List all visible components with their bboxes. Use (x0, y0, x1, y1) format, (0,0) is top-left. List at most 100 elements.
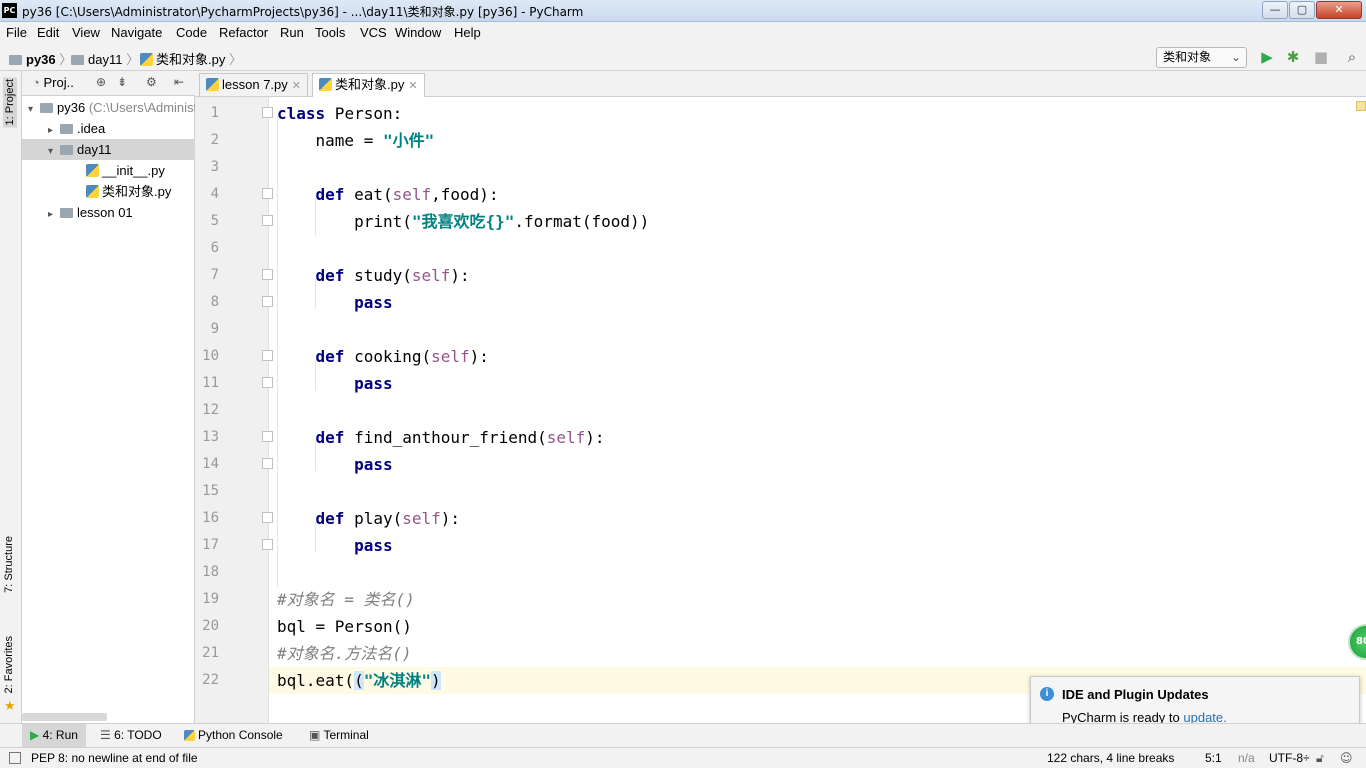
line-number: 9 (210, 321, 219, 337)
line-number: 12 (202, 402, 219, 418)
code-line[interactable]: bql.eat(("冰淇淋") (277, 671, 441, 691)
editor-tab-bar: lesson 7.py ✕ 类和对象.py ✕ (195, 71, 1366, 98)
tab-favorites-tool[interactable]: 2: Favorites (3, 636, 15, 693)
code-line[interactable]: pass (277, 374, 393, 394)
fold-marker-icon[interactable] (262, 269, 273, 280)
code-line[interactable]: print("我喜欢吃{}".format(food)) (277, 212, 649, 232)
maximize-button[interactable]: ▢ (1289, 1, 1315, 19)
file-encoding[interactable]: UTF-8÷ (1269, 751, 1310, 765)
fold-marker-icon[interactable] (262, 107, 273, 118)
chevron-right-icon[interactable]: ▸ (48, 120, 60, 139)
tree-item[interactable]: __init__.py (22, 160, 195, 181)
code-line[interactable]: #对象名 = 类名() (277, 590, 415, 610)
chevron-down-icon[interactable]: ▾ (48, 141, 60, 160)
python-file-icon (206, 78, 219, 91)
tool-terminal[interactable]: ▣ Terminal (301, 724, 377, 747)
breadcrumb-project[interactable]: py36 〉 (9, 49, 72, 68)
fold-marker-icon[interactable] (262, 377, 273, 388)
caret-position[interactable]: 5:1 (1205, 751, 1222, 765)
menu-navigate[interactable]: Navigate (111, 25, 162, 40)
code-line[interactable]: pass (277, 293, 393, 313)
minimize-button[interactable]: — (1262, 1, 1288, 19)
code-analysis-marker[interactable] (1356, 101, 1366, 111)
menu-refactor[interactable]: Refactor (219, 25, 268, 40)
chevron-down-icon[interactable]: ▾ (28, 99, 40, 118)
locate-icon[interactable]: ⊕ (96, 75, 106, 89)
code-line[interactable]: pass (277, 536, 393, 556)
menu-help[interactable]: Help (454, 25, 481, 40)
tree-item[interactable]: ▾ day11 (22, 139, 195, 160)
fold-marker-icon[interactable] (262, 539, 273, 550)
code-line[interactable]: def find_anthour_friend(self): (277, 428, 605, 448)
code-line[interactable]: bql = Person() (277, 617, 412, 637)
tab-class-and-object[interactable]: 类和对象.py ✕ (312, 73, 425, 98)
code-line[interactable]: class Person: (277, 104, 402, 124)
inspector-icon[interactable]: ☺︎ (1340, 751, 1353, 765)
menu-code[interactable]: Code (176, 25, 207, 40)
debug-icon[interactable]: ✱ (1285, 49, 1301, 65)
tool-todo[interactable]: ☰ 6: TODO (92, 724, 170, 747)
tab-project-tool[interactable]: 1: Project (3, 77, 17, 128)
code-line[interactable]: def study(self): (277, 266, 470, 286)
window-title: py36 [C:\Users\Administrator\PycharmProj… (22, 5, 584, 19)
fold-marker-icon[interactable] (262, 296, 273, 307)
breadcrumb-folder[interactable]: day11 〉 (71, 49, 139, 68)
fold-marker-icon[interactable] (262, 215, 273, 226)
tool-run[interactable]: ▶ 4: Run (22, 724, 86, 747)
fold-marker-icon[interactable] (262, 512, 273, 523)
menu-view[interactable]: View (72, 25, 100, 40)
search-icon[interactable]: ⌕ (1344, 49, 1360, 65)
title-bar: PC py36 [C:\Users\Administrator\PycharmP… (0, 0, 1366, 22)
code-line[interactable]: name = "小件" (277, 131, 435, 151)
line-number: 4 (210, 186, 219, 202)
project-view-selector[interactable]: ◔ Proj.. (32, 75, 74, 90)
gear-icon[interactable]: ⚙ (146, 75, 157, 89)
code-line[interactable]: pass (277, 455, 393, 475)
tree-item[interactable]: ▾ py36 (C:\Users\Administrator\PycharmPro… (22, 97, 195, 118)
close-tab-icon[interactable]: ✕ (292, 80, 301, 92)
menu-file[interactable]: File (6, 25, 27, 40)
stop-icon[interactable]: ■ (1313, 49, 1329, 65)
code-line[interactable]: def play(self): (277, 509, 461, 529)
code-line[interactable]: def eat(self,food): (277, 185, 499, 205)
tree-item[interactable]: ▸ .idea (22, 118, 195, 139)
tab-structure-tool[interactable]: 7: Structure (3, 536, 15, 593)
fold-marker-icon[interactable] (262, 458, 273, 469)
chevron-right-icon[interactable]: ▸ (48, 204, 60, 223)
hide-panel-icon[interactable]: ⇤ (174, 75, 184, 89)
tree-item[interactable]: ▸ lesson 01 (22, 202, 195, 223)
project-panel-header: ◔ Proj.. ⊕ ⇟ ⚙ ⇤ (22, 71, 195, 96)
run-configuration-select[interactable]: 类和对象 ⌄ (1156, 47, 1247, 68)
line-number: 3 (210, 159, 219, 175)
close-tab-icon[interactable]: ✕ (408, 80, 417, 92)
fold-marker-icon[interactable] (262, 431, 273, 442)
tree-item[interactable]: 类和对象.py (22, 181, 195, 202)
pie-chart-icon: ◔ (32, 75, 40, 90)
collapse-all-icon[interactable]: ⇟ (117, 75, 127, 89)
tool-python-console[interactable]: Python Console (176, 724, 291, 747)
code-editor[interactable]: 1 2 3 4 5 6 7 8 9 10 11 12 13 14 15 16 17 18 19 20 21 22 clas… (195, 97, 1366, 723)
notification-title: IDE and Plugin Updates (1062, 687, 1209, 702)
tab-lesson-7[interactable]: lesson 7.py ✕ (199, 73, 308, 97)
menu-window[interactable]: Window (395, 25, 441, 40)
toggle-tool-windows-icon[interactable] (9, 752, 21, 764)
run-icon[interactable]: ▶ (1259, 49, 1275, 65)
python-file-icon (140, 53, 153, 66)
menu-tools[interactable]: Tools (315, 25, 345, 40)
lock-icon[interactable]: 🔓︎ (1316, 751, 1324, 766)
menu-run[interactable]: Run (280, 25, 304, 40)
menu-vcs[interactable]: VCS (360, 25, 387, 40)
run-icon: ▶ (30, 728, 40, 742)
fold-marker-icon[interactable] (262, 350, 273, 361)
menu-edit[interactable]: Edit (37, 25, 59, 40)
code-line[interactable]: def cooking(self): (277, 347, 489, 367)
horizontal-scrollbar[interactable] (22, 713, 107, 721)
code-line[interactable]: #对象名.方法名() (277, 644, 412, 664)
line-number: 6 (210, 240, 219, 256)
close-button[interactable]: ✕ (1316, 1, 1362, 19)
line-number: 21 (202, 645, 219, 661)
line-number: 17 (202, 537, 219, 553)
fold-marker-icon[interactable] (262, 188, 273, 199)
breadcrumb-file[interactable]: 类和对象.py 〉 (140, 49, 242, 68)
tree-item-label: __init__.py (102, 163, 165, 178)
